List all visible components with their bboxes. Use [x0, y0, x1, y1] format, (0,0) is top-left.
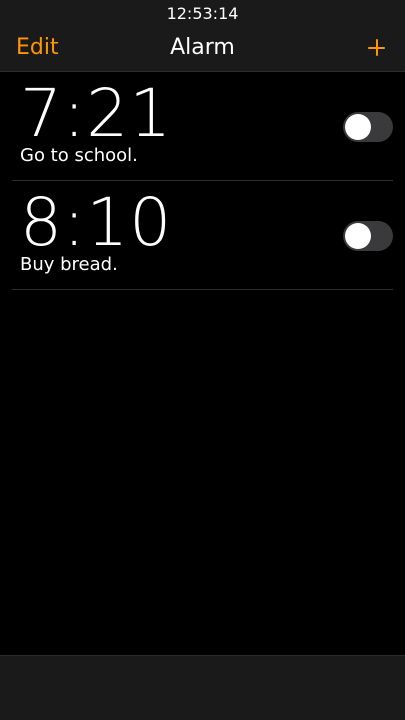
- alarm-label: Buy bread.: [20, 254, 118, 275]
- top-bar: 12:53:14 Edit Alarm: [0, 0, 405, 72]
- alarm-toggle-1[interactable]: [343, 112, 393, 142]
- alarm-time: 7:21: [20, 75, 173, 152]
- add-alarm-button[interactable]: [365, 36, 389, 60]
- status-bar-time: 12:53:14: [166, 4, 239, 23]
- bottom-bar: [0, 655, 405, 720]
- alarm-list: 7:21 Go to school. 8:10 Buy bread.: [0, 72, 405, 290]
- page-title: Alarm: [170, 35, 235, 60]
- alarm-label: Go to school.: [20, 145, 138, 166]
- toggle-knob: [345, 114, 371, 140]
- alarm-row-2[interactable]: 8:10 Buy bread.: [12, 181, 393, 290]
- toggle-knob: [345, 223, 371, 249]
- alarm-time: 8:10: [20, 184, 173, 261]
- alarm-row-1[interactable]: 7:21 Go to school.: [12, 72, 393, 181]
- alarm-toggle-2[interactable]: [343, 221, 393, 251]
- alarm-screen: 12:53:14 Edit Alarm 7:21 Go to school. 8…: [0, 0, 405, 720]
